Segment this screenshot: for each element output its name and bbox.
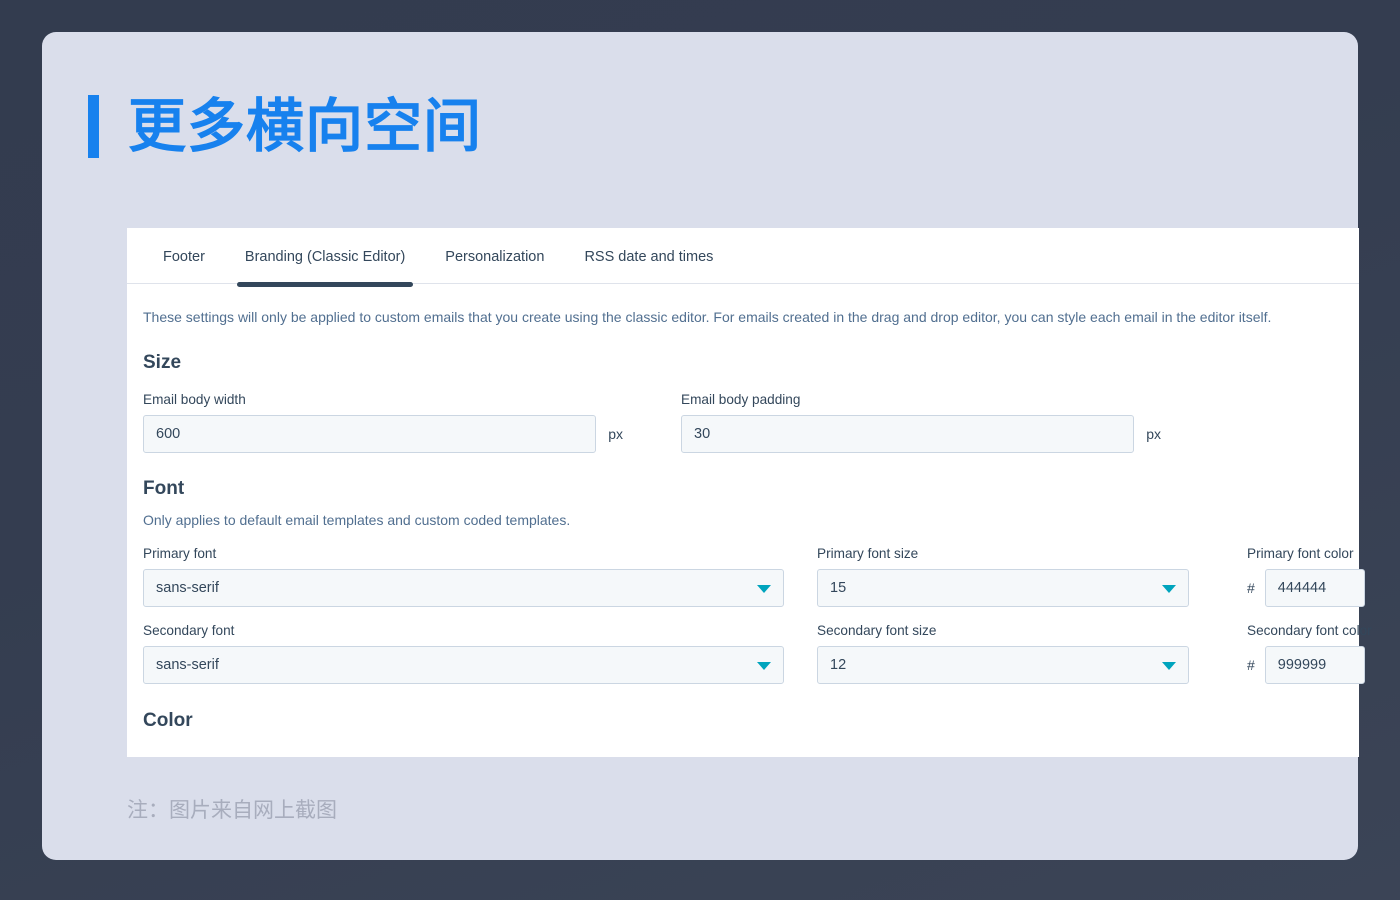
title-accent-bar xyxy=(88,95,99,158)
grid-spacer-3 xyxy=(784,607,817,684)
page-title: 更多横向空间 xyxy=(88,95,482,158)
tab-rss-date-and-times[interactable]: RSS date and times xyxy=(564,228,733,284)
page-title-text: 更多横向空间 xyxy=(128,93,483,159)
tab-branding-classic-editor[interactable]: Branding (Classic Editor) xyxy=(225,228,425,287)
email-body-padding-label: Email body padding xyxy=(681,392,801,408)
hash-icon: # xyxy=(1247,580,1255,597)
settings-description: These settings will only be applied to c… xyxy=(143,309,1272,325)
primary-font-size-label: Primary font size xyxy=(817,546,919,562)
primary-font-size-select[interactable]: 15 xyxy=(817,569,1189,608)
size-fields-row: Email body width 600 px Email body paddi… xyxy=(143,392,1359,454)
email-body-width-label: Email body width xyxy=(143,392,246,408)
tab-branding-label: Branding (Classic Editor) xyxy=(244,249,406,265)
primary-font-color-control: # 444444 xyxy=(1247,569,1372,608)
secondary-font-color-label: Secondary font color xyxy=(1247,623,1372,639)
secondary-font-size-value: 12 xyxy=(830,657,847,674)
font-fields-grid: Primary font sans-serif Primary font siz… xyxy=(143,546,1372,685)
font-section-description: Only applies to default email templates … xyxy=(143,512,571,529)
email-body-width-unit: px xyxy=(608,426,623,443)
primary-font-size-value: 15 xyxy=(830,580,847,597)
secondary-font-value: sans-serif xyxy=(156,657,219,674)
email-body-padding-unit: px xyxy=(1146,426,1161,443)
primary-font-value: sans-serif xyxy=(156,580,219,597)
screenshot-root: 更多横向空间 Footer Branding (Classic Editor) … xyxy=(0,0,1400,900)
font-section-heading: Font xyxy=(143,478,185,500)
email-body-width-control: 600 px xyxy=(143,415,623,454)
primary-font-color-input[interactable]: 444444 xyxy=(1264,569,1365,608)
primary-font-size-cell: Primary font size 15 xyxy=(817,546,1189,608)
footnote: 注：图片来自网上截图 xyxy=(127,799,337,822)
secondary-font-select[interactable]: sans-serif xyxy=(143,646,784,685)
email-body-padding-input[interactable]: 30 xyxy=(681,415,1135,454)
hash-icon: # xyxy=(1247,657,1255,674)
secondary-font-label: Secondary font xyxy=(143,623,235,639)
secondary-font-color-input[interactable]: 999999 xyxy=(1264,646,1365,685)
chevron-down-icon xyxy=(1162,585,1176,594)
tab-bar: Footer Branding (Classic Editor) Persona… xyxy=(127,228,1359,287)
chevron-down-icon xyxy=(757,585,771,594)
tab-personalization-label: Personalization xyxy=(445,249,545,265)
email-body-padding-field: Email body padding 30 px xyxy=(681,392,1161,454)
tab-rss-label: RSS date and times xyxy=(584,249,714,265)
secondary-font-color-cell: Secondary font color # 999999 xyxy=(1247,623,1372,685)
secondary-font-size-cell: Secondary font size 12 xyxy=(817,623,1189,685)
settings-body: These settings will only be applied to c… xyxy=(127,284,1372,732)
settings-card: Footer Branding (Classic Editor) Persona… xyxy=(127,228,1372,757)
grid-spacer-2 xyxy=(1189,546,1247,607)
secondary-font-cell: Secondary font sans-serif xyxy=(143,623,784,685)
chevron-down-icon xyxy=(1162,662,1176,671)
primary-font-cell: Primary font sans-serif xyxy=(143,546,784,608)
color-section-heading: Color xyxy=(143,710,193,732)
secondary-font-size-label: Secondary font size xyxy=(817,623,937,639)
tab-footer-label: Footer xyxy=(163,249,205,265)
primary-font-select[interactable]: sans-serif xyxy=(143,569,784,608)
chevron-down-icon xyxy=(757,662,771,671)
email-body-width-input[interactable]: 600 xyxy=(143,415,597,454)
secondary-font-size-select[interactable]: 12 xyxy=(817,646,1189,685)
tab-personalization[interactable]: Personalization xyxy=(425,228,564,284)
grid-spacer-4 xyxy=(1189,607,1247,684)
secondary-font-color-control: # 999999 xyxy=(1247,646,1372,685)
primary-font-color-cell: Primary font color # 444444 xyxy=(1247,546,1372,608)
email-body-width-field: Email body width 600 px xyxy=(143,392,623,454)
grid-spacer-1 xyxy=(784,546,817,607)
email-body-padding-control: 30 px xyxy=(681,415,1161,454)
primary-font-color-label: Primary font color xyxy=(1247,546,1354,562)
tab-footer[interactable]: Footer xyxy=(143,228,225,284)
size-section-heading: Size xyxy=(143,352,182,374)
primary-font-label: Primary font xyxy=(143,546,217,562)
content-panel: 更多横向空间 Footer Branding (Classic Editor) … xyxy=(42,32,1372,860)
